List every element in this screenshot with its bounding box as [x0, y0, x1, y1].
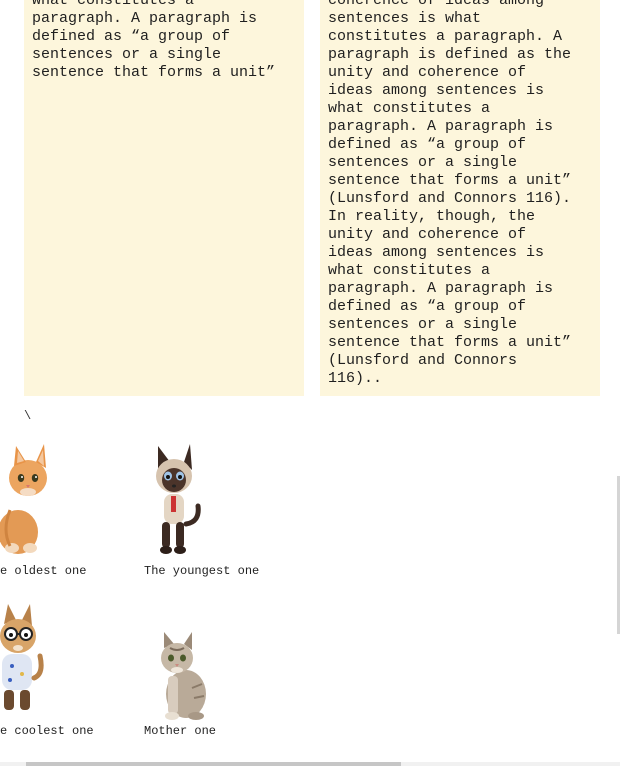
text-line: In reality, though, the: [328, 208, 536, 225]
caption-oldest: e oldest one: [0, 564, 87, 578]
paragraph-text-left: what constitutes a paragraph. A paragraph…: [32, 0, 298, 82]
text-line: what constitutes a: [328, 262, 491, 279]
text-line: paragraph. A paragraph is: [328, 280, 554, 297]
caption-mother: Mother one: [144, 724, 217, 738]
text-line: (Lunsford and Connors 116).: [328, 190, 572, 207]
text-line: what constitutes a: [328, 100, 491, 117]
text-line: paragraph. A paragraph is: [32, 10, 258, 27]
horizontal-scrollbar-thumb[interactable]: [26, 762, 401, 766]
text-line: ideas among sentences is: [328, 82, 545, 99]
text-line: coherence of ideas among: [328, 0, 545, 9]
text-line: sentence that forms a unit”: [32, 64, 276, 81]
text-line: unity and coherence of: [328, 226, 527, 243]
text-line: constitutes a paragraph. A: [328, 28, 563, 45]
text-line: sentences or a single: [328, 154, 518, 171]
text-line: what constitutes a: [32, 0, 195, 9]
text-line: 116)..: [328, 370, 383, 387]
text-line: sentence that forms a unit”: [328, 172, 572, 189]
orange-kitten-icon: [0, 444, 47, 554]
text-line: paragraph is defined as the: [328, 46, 572, 63]
text-line: paragraph. A paragraph is: [328, 118, 554, 135]
text-line: unity and coherence of: [328, 64, 527, 81]
cool-cat-with-glasses-icon: [0, 604, 44, 710]
text-line: ideas among sentences is: [328, 244, 545, 261]
paragraph-text-right: coherence of ideas among sentences is wha…: [328, 0, 594, 388]
text-column-right: coherence of ideas among sentences is wha…: [320, 0, 600, 396]
caption-coolest: e coolest one: [0, 724, 94, 738]
text-line: sentence that forms a unit”: [328, 334, 572, 351]
text-line: sentences or a single: [32, 46, 222, 63]
tabby-cat-icon: [161, 632, 206, 720]
text-line: sentences is what: [328, 10, 482, 27]
text-line: sentences or a single: [328, 316, 518, 333]
text-column-left: what constitutes a paragraph. A paragraph…: [24, 0, 304, 396]
text-line: defined as “a group of: [328, 298, 527, 315]
siamese-cat-icon: [156, 444, 201, 554]
text-line: defined as “a group of: [32, 28, 231, 45]
stray-backslash: \: [24, 409, 32, 423]
text-line: (Lunsford and Connors: [328, 352, 518, 369]
caption-youngest: The youngest one: [144, 564, 260, 578]
text-line: defined as “a group of: [328, 136, 527, 153]
